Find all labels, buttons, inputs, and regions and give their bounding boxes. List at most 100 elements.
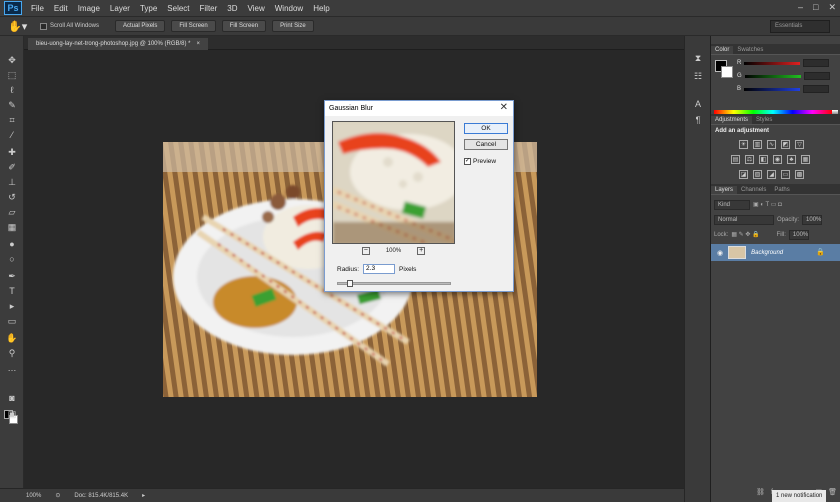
character-icon[interactable]: A: [692, 98, 704, 110]
history-brush-tool-icon[interactable]: ↺: [6, 191, 18, 203]
tab-styles[interactable]: Styles: [752, 116, 776, 124]
layer-name[interactable]: Background: [751, 250, 783, 256]
maximize-icon[interactable]: □: [813, 2, 818, 13]
close-tab-icon[interactable]: ×: [197, 41, 201, 47]
properties-icon[interactable]: ☷: [692, 70, 704, 82]
red-slider[interactable]: [744, 61, 801, 65]
lasso-tool-icon[interactable]: ℓ: [6, 84, 18, 96]
photo-filter-icon[interactable]: ◉: [773, 155, 782, 164]
menu-view[interactable]: View: [243, 4, 270, 13]
notification-badge[interactable]: 1 new notification: [772, 490, 827, 502]
fit-screen-button[interactable]: Fill Screen: [171, 20, 216, 32]
blur-tool-icon[interactable]: ●: [6, 238, 18, 250]
filter-icons[interactable]: ▣ ◐ T ▭ ◘: [753, 201, 782, 208]
healing-brush-tool-icon[interactable]: ✚: [6, 146, 18, 158]
more-tools-icon[interactable]: …: [6, 362, 18, 374]
doc-size[interactable]: Doc: 815.4K/815.4K: [74, 493, 128, 499]
actual-pixels-button[interactable]: Actual Pixels: [115, 20, 166, 32]
tab-layers[interactable]: Layers: [711, 186, 738, 194]
quick-mask-icon[interactable]: ◙: [6, 392, 18, 404]
vibrance-icon[interactable]: ▽: [795, 140, 804, 149]
shape-tool-icon[interactable]: ▭: [6, 315, 18, 327]
hand-tool-icon[interactable]: ✋: [6, 332, 18, 344]
clone-stamp-tool-icon[interactable]: ⊥: [6, 176, 18, 188]
print-size-button[interactable]: Print Size: [272, 20, 314, 32]
opacity-input[interactable]: 100%: [802, 214, 823, 225]
path-select-tool-icon[interactable]: ▸: [6, 300, 18, 312]
dialog-close-icon[interactable]: ✕: [500, 102, 508, 113]
cancel-button[interactable]: Cancel: [464, 139, 508, 150]
zoom-level[interactable]: 100%: [26, 493, 41, 499]
tab-swatches[interactable]: Swatches: [733, 46, 767, 54]
blend-mode-select[interactable]: Normal: [714, 214, 774, 225]
zoom-in-button[interactable]: +: [417, 247, 426, 255]
radius-slider[interactable]: [337, 280, 451, 287]
tab-adjustments[interactable]: Adjustments: [711, 116, 753, 124]
gradient-tool-icon[interactable]: ▦: [6, 221, 18, 233]
preview-checkbox[interactable]: ✓ Preview: [464, 158, 496, 165]
trash-icon[interactable]: 🗑: [828, 488, 837, 496]
blur-preview[interactable]: [332, 121, 455, 244]
status-arrow-icon[interactable]: ▸: [142, 492, 145, 499]
levels-icon[interactable]: ▥: [753, 140, 762, 149]
document-tab[interactable]: bieu-uong-lay-net-trong-photoshop.jpg @ …: [28, 38, 209, 50]
posterize-icon[interactable]: ▨: [753, 170, 762, 179]
menu-window[interactable]: Window: [270, 4, 308, 13]
red-value[interactable]: [803, 59, 830, 67]
fill-screen-button[interactable]: Fill Screen: [221, 20, 267, 32]
workspace-select[interactable]: Essentials: [770, 20, 830, 33]
marquee-tool-icon[interactable]: ⬚: [6, 69, 18, 81]
radius-input[interactable]: 2.3: [363, 264, 396, 274]
exposure-icon[interactable]: ◩: [781, 140, 790, 149]
gradient-map-icon[interactable]: ▭: [781, 170, 790, 179]
green-slider[interactable]: [744, 74, 801, 78]
blue-slider[interactable]: [744, 87, 801, 91]
menu-filter[interactable]: Filter: [195, 4, 223, 13]
selective-color-icon[interactable]: ▩: [795, 170, 804, 179]
tab-paths[interactable]: Paths: [770, 186, 793, 194]
menu-layer[interactable]: Layer: [105, 4, 135, 13]
pen-tool-icon[interactable]: ✒: [6, 270, 18, 282]
move-tool-icon[interactable]: ✥: [6, 54, 18, 66]
radius-slider-thumb[interactable]: [346, 280, 353, 287]
menu-select[interactable]: Select: [162, 4, 194, 13]
kind-filter-select[interactable]: Kind: [714, 199, 750, 210]
crop-tool-icon[interactable]: ⌗: [6, 114, 18, 126]
screen-mode-icon[interactable]: ▣: [6, 408, 18, 420]
eyedropper-tool-icon[interactable]: ⁄: [6, 129, 18, 141]
lock-icons[interactable]: ▦ ✎ ✥ 🔒: [731, 231, 759, 238]
green-value[interactable]: [803, 72, 830, 80]
fill-input[interactable]: 100%: [788, 229, 809, 240]
curves-icon[interactable]: ∿: [767, 140, 776, 149]
link-icon[interactable]: ⛓: [756, 488, 765, 496]
hand-tool-icon[interactable]: ✋▾: [8, 20, 34, 33]
tab-color[interactable]: Color: [711, 46, 734, 54]
dodge-tool-icon[interactable]: ○: [6, 253, 18, 265]
black-white-icon[interactable]: ◧: [759, 155, 768, 164]
minimize-icon[interactable]: –: [798, 2, 803, 13]
color-lookup-icon[interactable]: ▦: [801, 155, 810, 164]
menu-image[interactable]: Image: [73, 4, 105, 13]
zoom-tool-icon[interactable]: ⚲: [6, 347, 18, 359]
brightness-icon[interactable]: ☀: [739, 140, 748, 149]
tab-channels[interactable]: Channels: [737, 186, 770, 194]
channel-mixer-icon[interactable]: ♣: [787, 155, 796, 164]
color-balance-icon[interactable]: ⚖: [745, 155, 754, 164]
quick-select-tool-icon[interactable]: ✎: [6, 99, 18, 111]
menu-3d[interactable]: 3D: [222, 4, 242, 13]
hue-saturation-icon[interactable]: ▤: [731, 155, 740, 164]
close-icon[interactable]: ✕: [828, 2, 836, 13]
invert-icon[interactable]: ◪: [739, 170, 748, 179]
menu-type[interactable]: Type: [135, 4, 162, 13]
type-tool-icon[interactable]: T: [6, 285, 18, 297]
visibility-eye-icon[interactable]: ◉: [717, 249, 723, 257]
share-icon[interactable]: ⊙: [55, 492, 60, 499]
menu-help[interactable]: Help: [308, 4, 334, 13]
zoom-out-button[interactable]: −: [361, 247, 370, 255]
eraser-tool-icon[interactable]: ▱: [6, 206, 18, 218]
layer-background[interactable]: ◉ Background 🔒: [711, 244, 840, 261]
paragraph-icon[interactable]: ¶: [692, 114, 704, 126]
blue-value[interactable]: [803, 85, 830, 93]
brush-tool-icon[interactable]: ✐: [6, 161, 18, 173]
ok-button[interactable]: OK: [464, 123, 508, 134]
